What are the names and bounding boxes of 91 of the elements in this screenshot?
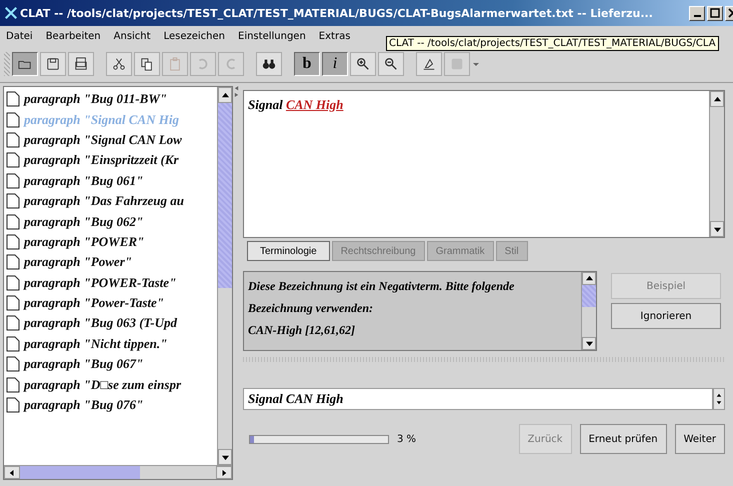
tree-item[interactable]: paragraph "Bug 062"	[4, 211, 218, 232]
copy-button[interactable]	[134, 52, 160, 76]
down-arrow-icon[interactable]	[222, 454, 229, 460]
menu-item[interactable]: Extras	[318, 30, 350, 42]
tree-item[interactable]: paragraph "Bug 011-BW"	[4, 89, 218, 110]
tree-item[interactable]: paragraph "Power"	[4, 252, 218, 273]
spin-control[interactable]	[713, 388, 725, 410]
cut-button[interactable]	[106, 52, 132, 76]
document-icon	[6, 295, 20, 312]
down-arrow-icon[interactable]	[714, 226, 720, 232]
tree-item[interactable]: paragraph "Power-Taste"	[4, 292, 218, 314]
menu-item[interactable]: Einstellungen	[238, 30, 306, 42]
format-button[interactable]: i	[322, 52, 348, 76]
message-text: Diese Bezeichnung ist ein Negativterm. Bitte folgende Bezeichnung verwenden: CAN-High [12,61,62]	[247, 278, 516, 339]
vertical-scrollbar[interactable]	[709, 91, 724, 237]
up-arrow-icon[interactable]	[586, 275, 592, 282]
editor-text: Signal CAN High	[247, 96, 344, 114]
tree-item[interactable]: paragraph "Signal CAN Low	[4, 130, 218, 150]
left-arrow-icon[interactable]	[9, 470, 15, 476]
tree-item[interactable]: paragraph "Nicht tippen."	[4, 334, 218, 354]
clipboard-icon	[168, 57, 182, 71]
tooltip: CLAT -- /tools/clat/projects/TEST_CLAT/TEST_MATERIAL/BUGS/CLA	[386, 36, 719, 51]
check-button[interactable]	[416, 52, 442, 76]
document-icon	[6, 91, 20, 108]
tree-item[interactable]: paragraph "D□se zum einspr	[4, 374, 218, 395]
pen-icon	[422, 57, 436, 71]
window-title: CLAT -- /tools/clat/projects/TEST_CLAT/TEST_MATERIAL/BUGS/CLAT-BugsAlarmerwartet.txt -- Lieferzu...	[20, 6, 654, 20]
input-field[interactable]: Signal CAN High	[243, 388, 713, 410]
document-icon	[6, 234, 20, 250]
tree-item[interactable]: paragraph "POWER"	[4, 232, 218, 252]
dropdown-arrow-icon[interactable]	[472, 60, 480, 68]
document-icon	[6, 356, 20, 372]
horizontal-scrollbar[interactable]	[4, 465, 232, 479]
document-icon	[6, 274, 20, 291]
document-icon	[6, 336, 20, 352]
floppy-stack-icon	[74, 57, 88, 71]
save-all-button[interactable]	[68, 52, 94, 76]
document-icon	[6, 172, 20, 189]
tree-item[interactable]: paragraph "POWER-Taste"	[4, 272, 218, 293]
down-arrow-icon[interactable]	[586, 340, 592, 347]
open-button[interactable]	[12, 52, 38, 76]
scissors-icon	[112, 57, 126, 71]
tab[interactable]: Terminologie	[247, 241, 330, 261]
up-arrow-icon[interactable]	[714, 96, 720, 102]
menu-item[interactable]: Bearbeiten	[46, 30, 101, 42]
zoom-in-icon	[356, 57, 370, 71]
action-button[interactable]: Ignorieren	[611, 303, 721, 329]
zoom-in-button[interactable]	[350, 52, 376, 76]
document-icon	[6, 214, 20, 230]
progress-reading: 3 %	[397, 434, 416, 444]
tree-item[interactable]: paragraph "Das Fahrzeug au	[4, 190, 218, 212]
minimize-button[interactable]	[689, 6, 705, 20]
nav-button[interactable]: Weiter	[674, 424, 725, 454]
document-icon	[6, 112, 20, 128]
minimize-icon	[694, 15, 700, 17]
redo-icon	[224, 57, 238, 71]
document-icon	[6, 254, 20, 270]
menu-item[interactable]: Ansicht	[114, 30, 151, 42]
square-icon	[450, 57, 464, 71]
x-logo-icon	[4, 6, 18, 20]
maximize-button[interactable]	[707, 6, 723, 20]
tree-item[interactable]: paragraph "Bug 061"	[4, 170, 218, 191]
floppy-icon	[46, 57, 60, 71]
zoom-out-button[interactable]	[378, 52, 404, 76]
copy-icon	[140, 57, 154, 71]
vertical-scrollbar[interactable]	[581, 272, 596, 350]
find-button[interactable]	[256, 52, 282, 76]
document-icon	[6, 376, 20, 393]
document-icon	[6, 193, 20, 210]
tree-item[interactable]: paragraph "Bug 063 (T-Upd	[4, 313, 218, 334]
zoom-out-icon	[384, 57, 398, 71]
vertical-scrollbar[interactable]	[217, 87, 232, 465]
menu-item[interactable]: Datei	[6, 30, 33, 42]
tree-item[interactable]: paragraph "Bug 076"	[4, 394, 218, 416]
up-arrow-icon[interactable]	[222, 92, 229, 98]
right-arrow-icon[interactable]	[221, 470, 228, 476]
binoculars-icon	[262, 57, 276, 71]
maximize-icon	[710, 8, 720, 18]
document-icon	[6, 315, 20, 332]
document-icon	[6, 152, 20, 168]
spin-arrows-icon[interactable]	[716, 391, 722, 407]
save-button[interactable]	[40, 52, 66, 76]
format-button[interactable]: b	[294, 52, 320, 76]
undo-icon	[196, 57, 210, 71]
tree-item[interactable]: paragraph "Bug 067"	[4, 354, 218, 374]
document-icon	[6, 132, 20, 148]
splitter-arrows-icon[interactable]	[234, 86, 240, 98]
tree-item[interactable]: paragraph "Einspritzzeit (Kr	[4, 150, 218, 171]
menu-item[interactable]: Lesezeichen	[164, 30, 225, 42]
nav-button[interactable]: Erneut prüfen	[580, 424, 667, 454]
document-icon	[6, 397, 20, 414]
